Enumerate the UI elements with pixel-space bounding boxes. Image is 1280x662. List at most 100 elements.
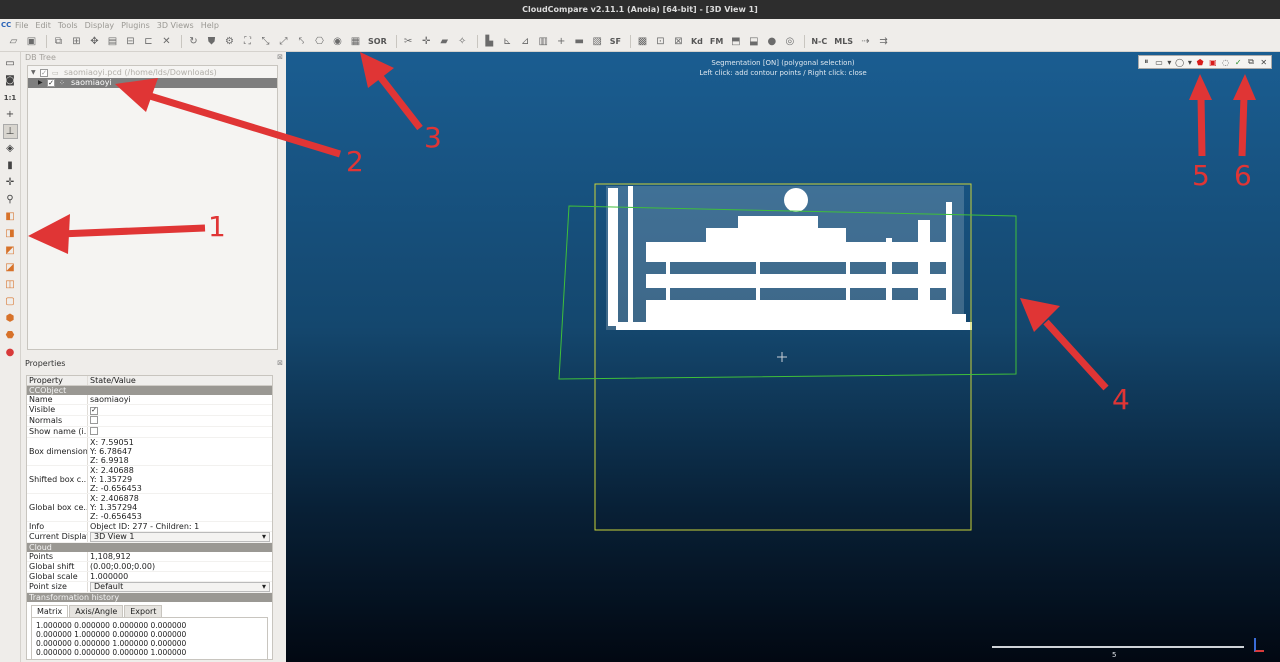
noise-filter-icon[interactable]: ▦ [348, 34, 363, 49]
table-row: Box dimensions X: 7.59051 Y: 6.78647 Z: … [27, 437, 272, 466]
cloud-compare-icon[interactable]: ⊠ [671, 34, 686, 49]
menu-edit[interactable]: Edit [35, 21, 51, 30]
save-icon[interactable]: ▣ [24, 34, 39, 49]
mesh-icon[interactable]: ⬒ [728, 34, 743, 49]
close-icon[interactable]: ⊠ [277, 52, 283, 63]
zoom-icon[interactable]: ⚲ [3, 192, 18, 207]
annotation-6: 6 [1234, 159, 1252, 192]
distance-icon[interactable]: ⊡ [653, 34, 668, 49]
open-icon[interactable]: ▱ [6, 34, 21, 49]
chevron-down-icon: ▾ [261, 531, 266, 541]
subsample-icon[interactable]: ▤ [105, 34, 120, 49]
cube-icon[interactable]: ▮ [3, 158, 18, 173]
view-front-icon[interactable]: ◨ [3, 226, 18, 241]
delete-icon[interactable]: ✕ [159, 34, 174, 49]
one-to-one-icon[interactable]: 1:1 [3, 90, 18, 105]
gradient-icon[interactable]: ⊾ [500, 34, 515, 49]
view-iso2-icon[interactable]: ⬣ [3, 328, 18, 343]
table-row: Info Object ID: 277 - Children: 1 [27, 521, 272, 532]
fine-registration-icon[interactable]: ⚙ [222, 34, 237, 49]
menu-help[interactable]: Help [201, 21, 219, 30]
match-bb-icon[interactable]: ⤡ [258, 34, 273, 49]
point-picking-icon[interactable]: ✧ [455, 34, 470, 49]
menu-3d-views[interactable]: 3D Views [157, 21, 194, 30]
align-icon[interactable]: ⛊ [204, 34, 219, 49]
visibility-checkbox[interactable]: ✓ [47, 79, 55, 87]
pivot-icon[interactable]: ⊥ [2, 124, 18, 139]
translate-rotate-icon[interactable]: ✥ [87, 34, 102, 49]
rotate-object-icon[interactable]: ↻ [186, 34, 201, 49]
clone-icon[interactable]: ⧉ [51, 34, 66, 49]
chevron-down-icon: ▾ [261, 581, 266, 591]
plane-icon[interactable]: ⬓ [746, 34, 761, 49]
translate-icon[interactable]: ✛ [419, 34, 434, 49]
view-bottom-icon[interactable]: ▢ [3, 294, 18, 309]
histogram-icon[interactable]: ▙ [482, 34, 497, 49]
menu-plugins[interactable]: Plugins [121, 21, 150, 30]
expand-arrow-icon[interactable]: ▼ [31, 68, 40, 78]
kd-tree-button[interactable]: Kd [689, 34, 705, 49]
sphere-icon[interactable]: ● [764, 34, 779, 49]
view-left-icon[interactable]: ◩ [3, 243, 18, 258]
mls-button[interactable]: MLS [832, 34, 855, 49]
visibility-checkbox[interactable]: ✓ [40, 69, 48, 77]
merge-icon[interactable]: ⊞ [69, 34, 84, 49]
scale-icon[interactable]: ⛶ [240, 34, 255, 49]
sf-button[interactable]: SF [608, 34, 623, 49]
view-top-icon[interactable]: ◧ [3, 209, 18, 224]
cross-section-icon[interactable]: ▰ [437, 34, 452, 49]
globe-icon[interactable]: ◎ [782, 34, 797, 49]
rotate-icon[interactable]: ◈ [3, 141, 18, 156]
db-tree-title-label: DB Tree [25, 53, 56, 62]
menu-tools[interactable]: Tools [58, 21, 78, 30]
normals-checkbox[interactable] [90, 415, 98, 424]
sample-points-icon[interactable]: ⊟ [123, 34, 138, 49]
compute-stats-icon[interactable]: ⊿ [518, 34, 533, 49]
fast-marching-button[interactable]: FM [708, 34, 725, 49]
crop-icon[interactable]: ⊏ [141, 34, 156, 49]
tab-export[interactable]: Export [124, 604, 163, 617]
visible-checkbox[interactable]: ✓ [90, 406, 98, 415]
segment-scissors-icon[interactable]: ✂ [401, 34, 416, 49]
camera-icon[interactable]: ◙ [3, 73, 18, 88]
screen-icon[interactable]: ▭ [3, 56, 18, 71]
row-value[interactable]: saomiaoyi [88, 395, 272, 404]
filter-icon[interactable]: ◉ [330, 34, 345, 49]
row-value: Y: 1.35729 [90, 474, 133, 484]
show-name-checkbox[interactable] [90, 426, 98, 435]
add-sf-icon[interactable]: + [554, 34, 569, 49]
menu-file[interactable]: File [15, 21, 28, 30]
tab-axis-angle[interactable]: Axis/Angle [69, 604, 124, 617]
color-ramp-icon[interactable]: ▩ [635, 34, 650, 49]
matrix-row: 1.000000 0.000000 0.000000 0.000000 [36, 620, 187, 630]
close-icon[interactable]: ⊠ [277, 358, 283, 369]
row-label: Shifted box c... [27, 465, 88, 493]
tab-matrix[interactable]: Matrix [31, 604, 69, 617]
view-right-icon[interactable]: ◫ [3, 277, 18, 292]
expand-arrow-icon[interactable]: ▶ [38, 78, 47, 88]
view-iso1-icon[interactable]: ⬢ [3, 311, 18, 326]
match-centers-icon[interactable]: ⤢ [276, 34, 291, 49]
compute-normals-icon[interactable]: ⤣ [294, 34, 309, 49]
delete-sf-icon[interactable]: ▬ [572, 34, 587, 49]
normal-compute-button[interactable]: N-C [809, 34, 829, 49]
view-back-icon[interactable]: ◪ [3, 260, 18, 275]
delaunay-icon[interactable]: ⎔ [312, 34, 327, 49]
sf-arithmetic-icon[interactable]: ▥ [536, 34, 551, 49]
point-size-select[interactable]: Default ▾ [90, 581, 270, 592]
plus-icon[interactable]: + [3, 107, 18, 122]
current-display-select[interactable]: 3D View 1 ▾ [90, 531, 270, 542]
tree-item-file[interactable]: ▼ ✓ ▭ saomiaoyi.pcd (/home/lds/Downloads… [28, 68, 277, 78]
stereo-icon[interactable]: ● [3, 345, 18, 360]
sor-filter-button[interactable]: SOR [366, 34, 389, 49]
table-header: Property State/Value [27, 376, 272, 386]
row-label: Normals [27, 415, 88, 426]
point-pair-icon[interactable]: ⇢ [858, 34, 873, 49]
pan-icon[interactable]: ✛ [3, 175, 18, 190]
toolbar-separator [629, 34, 631, 48]
menu-display[interactable]: Display [85, 21, 115, 30]
crosshair-icon [777, 352, 787, 362]
register-icon[interactable]: ⇉ [876, 34, 891, 49]
tree-item-cloud[interactable]: ▶ ✓ ⁘ saomiaoyi [28, 78, 277, 88]
sf-gradient-icon[interactable]: ▧ [590, 34, 605, 49]
